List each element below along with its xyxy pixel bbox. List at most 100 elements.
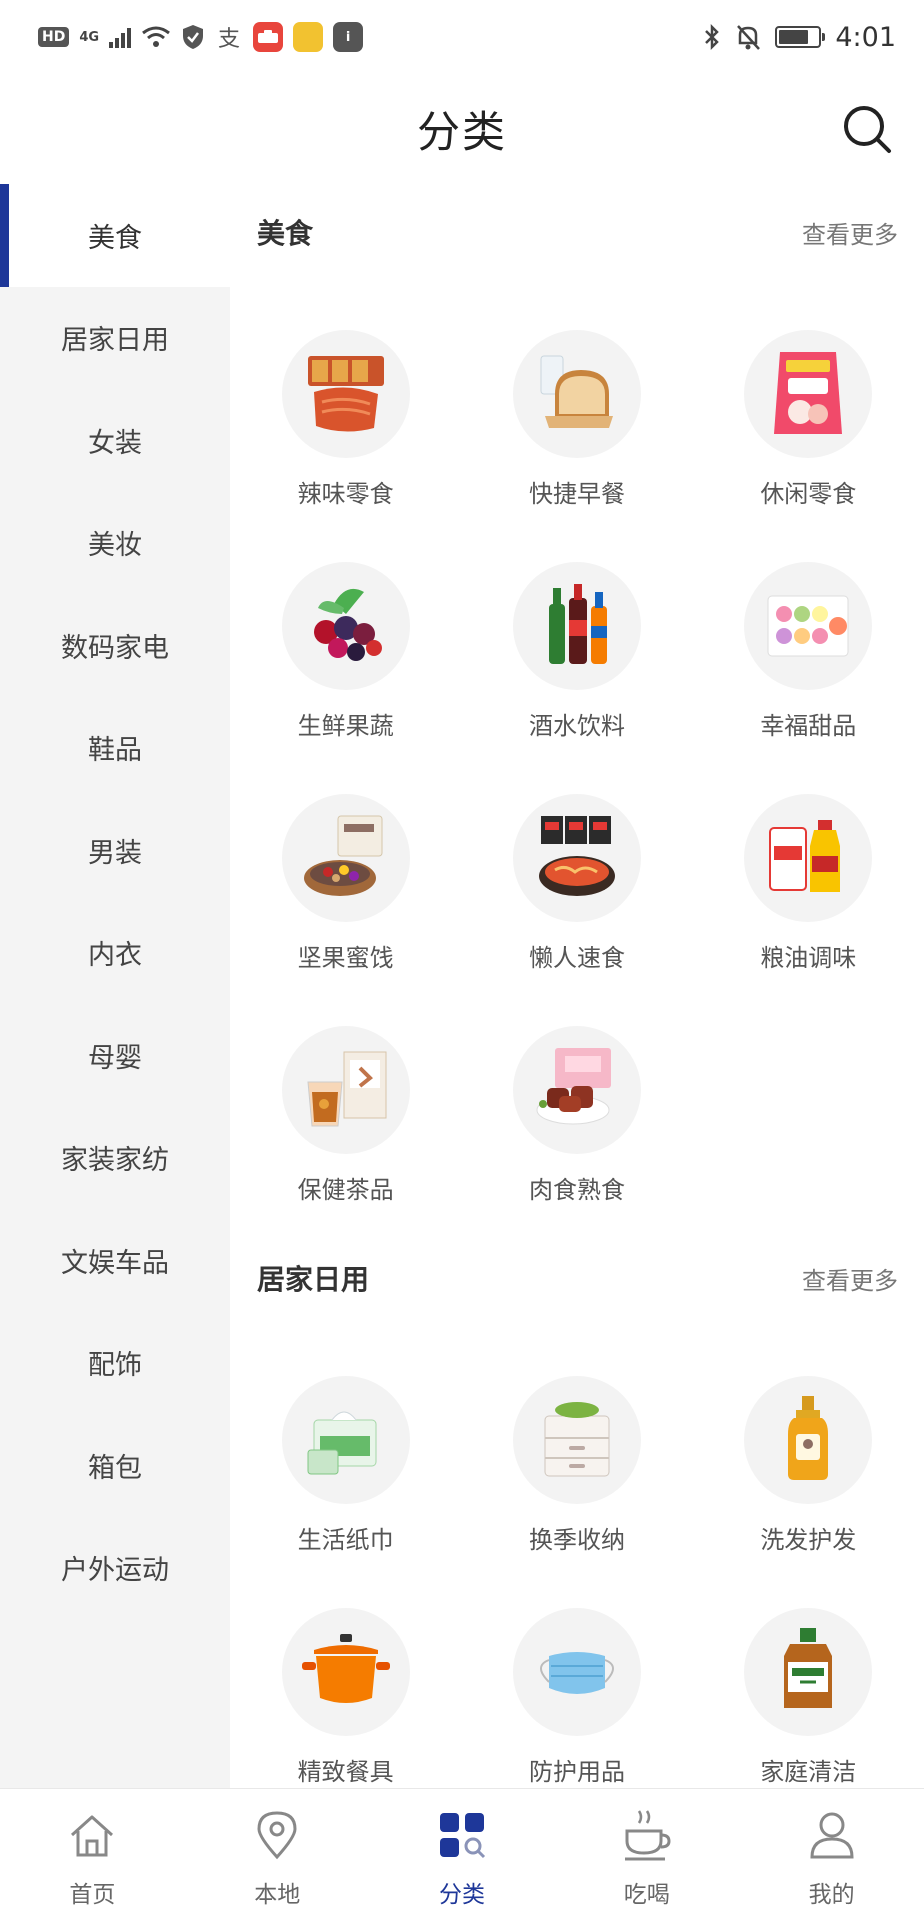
sidebar-item-4[interactable]: 数码家电 [0, 594, 230, 697]
nav-item-2[interactable]: 分类 [370, 1789, 555, 1920]
subcategory-item[interactable]: 精致餐具 [230, 1558, 461, 1788]
subcategory-label: 生活纸巾 [297, 1526, 394, 1554]
nav-label: 吃喝 [623, 1882, 670, 1908]
alipay-icon: 支 [218, 27, 240, 51]
subcategory-label: 幸福甜品 [760, 712, 857, 740]
subcategory-item[interactable]: 防护用品 [461, 1558, 692, 1788]
wifi-icon [142, 26, 170, 47]
oil-rice-icon [744, 794, 873, 922]
mute-bell-icon [737, 25, 761, 50]
subcategory-item[interactable]: 换季收纳 [461, 1326, 692, 1558]
nav-label: 分类 [438, 1882, 485, 1908]
sidebar-item-10[interactable]: 文娱车品 [0, 1209, 230, 1312]
subcategory-item[interactable]: 家庭清洁 [693, 1558, 924, 1788]
network-type: 4G [79, 29, 100, 45]
category-content: 美食 查看更多 辣味零食 快捷早餐 休闲零食 生鲜果蔬 酒水饮料 幸福甜品 坚果蜜饯 懒人速食 粮油… [230, 184, 924, 1788]
instant-noodle-icon [512, 794, 641, 922]
bread-icon [512, 330, 641, 458]
battery-icon [775, 26, 826, 48]
subcategory-label: 保健茶品 [297, 1176, 394, 1204]
bluetooth-icon [705, 23, 720, 51]
app-icon [253, 22, 284, 52]
section-title: 居家日用 [257, 1263, 370, 1296]
subcategory-item[interactable]: 生鲜果蔬 [230, 512, 461, 744]
clock: 4:01 [835, 21, 896, 53]
subcategory-label: 坚果蜜饯 [297, 944, 394, 972]
subcategory-label: 精致餐具 [297, 1758, 394, 1786]
nav-item-3[interactable]: 吃喝 [554, 1789, 739, 1920]
nav-label: 本地 [254, 1882, 301, 1908]
subcategory-label: 家庭清洁 [760, 1758, 857, 1786]
sidebar-item-9[interactable]: 家装家纺 [0, 1107, 230, 1210]
sidebar-item-1[interactable]: 居家日用 [0, 287, 230, 390]
subcategory-label: 防护用品 [528, 1758, 625, 1786]
shampoo-icon [744, 1376, 873, 1504]
notes-app-icon [293, 22, 324, 52]
hd-indicator: HD [38, 27, 70, 47]
subcategory-item[interactable]: 粮油调味 [693, 744, 924, 976]
view-more-link[interactable]: 查看更多 [802, 215, 898, 250]
category-section: 美食 查看更多辣味零食 快捷早餐 休闲零食生鲜果蔬 酒水饮料 幸福甜品坚果蜜饯 懒人速食 粮油… [230, 184, 924, 1208]
page-header: 分类 [0, 74, 924, 184]
subcategory-label: 换季收纳 [528, 1526, 625, 1554]
sidebar-item-2[interactable]: 女装 [0, 389, 230, 492]
sidebar-item-5[interactable]: 鞋品 [0, 697, 230, 800]
sidebar-item-8[interactable]: 母婴 [0, 1004, 230, 1107]
disinfectant-icon [744, 1608, 873, 1736]
home-icon [64, 1807, 120, 1867]
subcategory-item[interactable]: 保健茶品 [230, 976, 461, 1208]
subcategory-item[interactable]: 酒水饮料 [461, 512, 692, 744]
subcategory-item[interactable]: 坚果蜜饯 [230, 744, 461, 976]
section-title: 美食 [257, 217, 314, 250]
sidebar-item-13[interactable]: 户外运动 [0, 1517, 230, 1620]
nuts-icon [281, 794, 410, 922]
subcategory-item[interactable]: 肉食熟食 [461, 976, 692, 1208]
nav-label: 我的 [808, 1882, 855, 1908]
subcategory-label: 生鲜果蔬 [297, 712, 394, 740]
snack-bag-icon [744, 330, 873, 458]
nav-item-1[interactable]: 本地 [185, 1789, 370, 1920]
bottles-icon [512, 562, 641, 690]
subcategory-label: 肉食熟食 [528, 1176, 625, 1204]
subcategory-item[interactable]: 辣味零食 [230, 280, 461, 512]
sidebar-item-11[interactable]: 配饰 [0, 1312, 230, 1415]
nav-item-0[interactable]: 首页 [0, 1789, 185, 1920]
profile-icon [804, 1807, 860, 1867]
subcategory-item[interactable]: 幸福甜品 [693, 512, 924, 744]
section-header: 居家日用 查看更多 [230, 1230, 924, 1326]
subcategory-item[interactable]: 休闲零食 [693, 280, 924, 512]
bottom-nav: 首页 本地 分类 吃喝 我的 [0, 1788, 924, 1920]
mask-icon [512, 1608, 641, 1736]
sidebar-item-12[interactable]: 箱包 [0, 1414, 230, 1517]
subcategory-item[interactable]: 懒人速食 [461, 744, 692, 976]
coffee-cup-icon [619, 1807, 675, 1867]
subcategory-label: 快捷早餐 [528, 480, 625, 508]
category-grid: 生活纸巾 换季收纳 洗发护发精致餐具 防护用品 家庭清洁 [230, 1326, 924, 1788]
subcategory-item[interactable]: 洗发护发 [693, 1326, 924, 1558]
shield-icon [183, 25, 204, 49]
storage-box-icon [512, 1376, 641, 1504]
signal-icon [109, 26, 132, 48]
status-bar: HD 4G 支 i 4:01 [0, 0, 924, 74]
subcategory-label: 酒水饮料 [528, 712, 625, 740]
subcategory-label: 粮油调味 [760, 944, 857, 972]
info-app-icon: i [333, 22, 364, 52]
search-icon[interactable] [842, 104, 894, 156]
pot-icon [281, 1608, 410, 1736]
nav-label: 首页 [69, 1882, 116, 1908]
spicy-snack-icon [281, 330, 410, 458]
sidebar-item-6[interactable]: 男装 [0, 799, 230, 902]
sidebar-item-7[interactable]: 内衣 [0, 902, 230, 1005]
sidebar-item-0[interactable]: 美食 [0, 184, 230, 287]
category-section: 居家日用 查看更多生活纸巾 换季收纳 洗发护发精致餐具 防护用品 家庭清洁 [230, 1230, 924, 1788]
category-sidebar: 美食 居家日用 女装 美妆 数码家电 鞋品 男装 内衣 母婴 家装家纺 文娱车品 配饰 箱包 户外运动 [0, 184, 230, 1788]
sidebar-item-3[interactable]: 美妆 [0, 492, 230, 595]
subcategory-item[interactable]: 生活纸巾 [230, 1326, 461, 1558]
view-more-link[interactable]: 查看更多 [802, 1261, 898, 1296]
subcategory-label: 洗发护发 [760, 1526, 857, 1554]
page-title: 分类 [417, 108, 507, 158]
nav-item-4[interactable]: 我的 [739, 1789, 924, 1920]
location-icon [249, 1807, 305, 1867]
berries-icon [281, 562, 410, 690]
subcategory-item[interactable]: 快捷早餐 [461, 280, 692, 512]
